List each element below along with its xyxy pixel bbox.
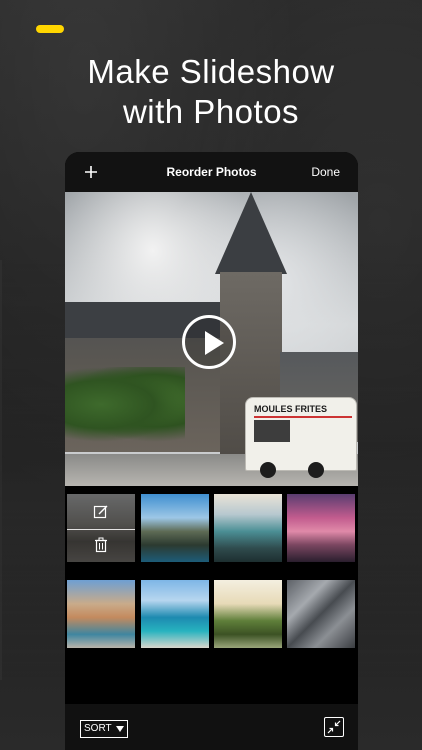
sort-button[interactable]: SORT [80,720,128,738]
photo-church[interactable] [67,494,135,562]
photo-grid [65,486,358,704]
phone-screen: Reorder Photos Done MOULES FRITES SORT [65,152,358,750]
headline-line-2: with Photos [122,93,300,130]
done-button[interactable]: Done [311,152,340,192]
thumbnail-image [287,494,355,562]
photo-pink-sunset-pier[interactable] [287,494,355,562]
preview-church-spire [215,192,287,274]
van-sign: MOULES FRITES [254,402,352,418]
photo-mountain-lake[interactable] [141,494,209,562]
thumbnail-image [141,580,209,648]
headline-line-1: Make Slideshow [87,53,335,90]
slideshow-preview[interactable]: MOULES FRITES [65,192,358,486]
bottom-toolbar: SORT [65,704,358,750]
van-wheel [308,462,324,478]
photo-harbor-town[interactable] [67,580,135,648]
play-icon [205,331,224,355]
thumbnail-image [67,580,135,648]
photo-palm-coast[interactable] [214,580,282,648]
accent-pill [36,25,64,33]
preview-food-van: MOULES FRITES [245,397,357,478]
preview-trees [65,367,185,442]
photo-ocean-pool[interactable] [141,580,209,648]
photo-glacier-peaks[interactable] [214,494,282,562]
headline: Make Slideshow with Photos [0,52,422,132]
trash-icon[interactable] [93,537,109,553]
van-wheel [260,462,276,478]
play-button[interactable] [182,315,236,369]
edit-icon[interactable] [93,504,109,520]
thumbnail-image [214,494,282,562]
thumbnail-image [214,580,282,648]
caret-down-icon [115,726,124,732]
photo-city-aerial[interactable] [287,580,355,648]
thumbnail-image [287,580,355,648]
thumbnail-image [141,494,209,562]
thumbnail-divider [67,529,135,530]
sort-label: SORT [84,723,112,734]
navigation-bar: Reorder Photos Done [65,152,358,192]
collapse-arrows-icon[interactable] [324,717,344,737]
van-window [254,420,290,442]
